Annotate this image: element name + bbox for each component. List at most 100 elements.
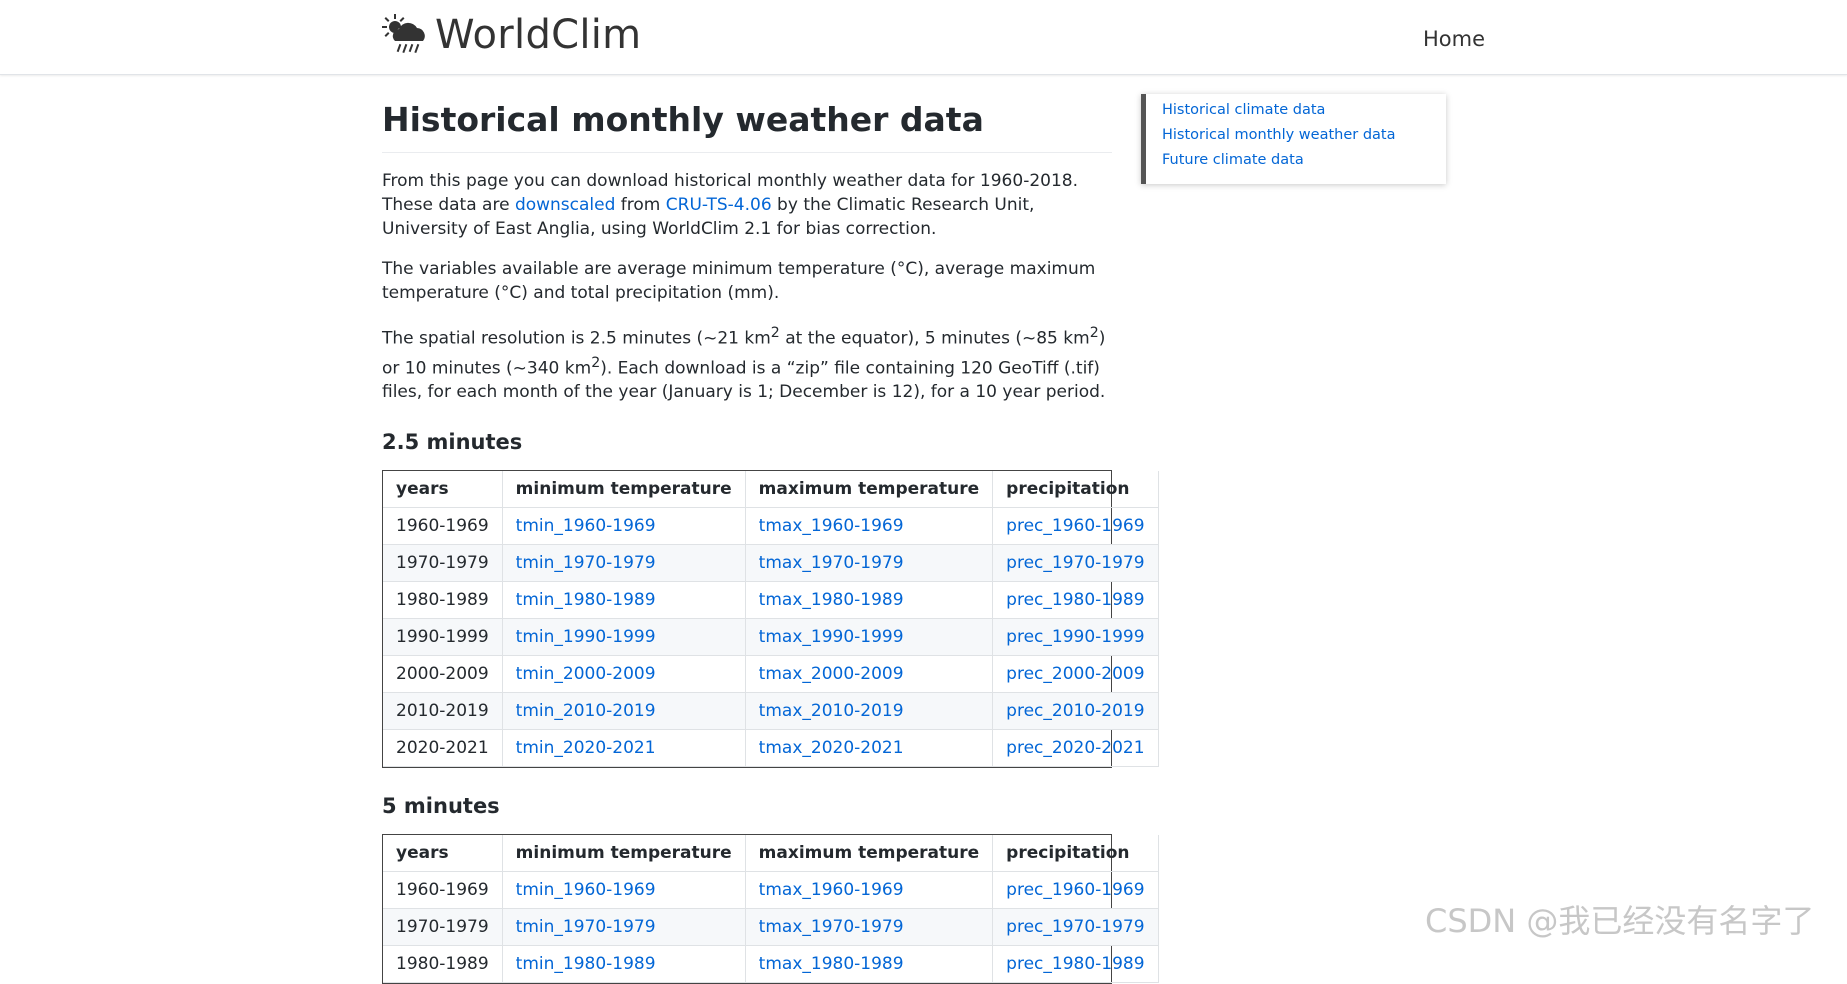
tmin-cell: tmin_1980-1989 — [501, 581, 746, 620]
table-row: 2020-2021 tmin_2020-2021 tmax_2020-2021 pre… — [383, 729, 1159, 768]
intro-paragraph: From this page you can download historic… — [382, 169, 1112, 241]
superscript-2: 2 — [1089, 325, 1099, 341]
tmin-download-link[interactable]: tmin_1980-1989 — [516, 590, 656, 610]
toc-link-historical-climate[interactable]: Historical climate data — [1162, 102, 1325, 118]
section-heading-5-minutes: 5 minutes — [382, 794, 500, 819]
prec-cell: prec_2020-2021 — [992, 729, 1159, 768]
tmax-download-link[interactable]: tmax_1970-1979 — [759, 917, 904, 937]
tmax-download-link[interactable]: tmax_1980-1989 — [759, 954, 904, 974]
tmin-download-link[interactable]: tmin_2010-2019 — [516, 701, 656, 721]
resolution-text-1: The spatial resolution is 2.5 minutes (~… — [382, 328, 771, 349]
header-tmin: minimum temperature — [501, 471, 746, 509]
cloud-sun-rain-icon — [382, 14, 425, 54]
prec-download-link[interactable]: prec_1970-1979 — [1006, 917, 1144, 937]
table-row: 1980-1989 tmin_1980-1989 tmax_1980-1989 pre… — [383, 581, 1159, 620]
years-cell: 1970-1979 — [383, 908, 503, 947]
years-cell: 1960-1969 — [383, 871, 503, 910]
downscaled-link[interactable]: downscaled — [515, 195, 615, 215]
main-content: Historical monthly weather data From thi… — [382, 98, 1159, 984]
tmax-cell: tmax_1980-1989 — [744, 945, 994, 984]
tmax-download-link[interactable]: tmax_1980-1989 — [759, 590, 904, 610]
prec-cell: prec_1980-1989 — [992, 581, 1159, 620]
years-cell: 1980-1989 — [383, 581, 503, 620]
tmin-cell: tmin_1980-1989 — [501, 945, 746, 984]
header-tmax: maximum temperature — [744, 471, 994, 509]
tmin-download-link[interactable]: tmin_1990-1999 — [516, 627, 656, 647]
tmax-download-link[interactable]: tmax_1960-1969 — [759, 516, 904, 536]
toc-link-historical-monthly[interactable]: Historical monthly weather data — [1162, 127, 1396, 143]
table-row: 2010-2019 tmin_2010-2019 tmax_2010-2019 pre… — [383, 692, 1159, 731]
tmin-cell: tmin_1990-1999 — [501, 618, 746, 657]
table-row: 1980-1989 tmin_1980-1989 tmax_1980-1989 pre… — [383, 945, 1159, 984]
prec-download-link[interactable]: prec_2020-2021 — [1006, 738, 1144, 758]
prec-cell: prec_2010-2019 — [992, 692, 1159, 731]
cru-ts-link[interactable]: CRU-TS-4.06 — [666, 195, 772, 215]
tmax-cell: tmax_2020-2021 — [744, 729, 994, 768]
tmin-download-link[interactable]: tmin_1970-1979 — [516, 553, 656, 573]
years-cell: 1990-1999 — [383, 618, 503, 657]
tmin-download-link[interactable]: tmin_2000-2009 — [516, 664, 656, 684]
years-cell: 1970-1979 — [383, 544, 503, 583]
tmin-cell: tmin_2010-2019 — [501, 692, 746, 731]
tmax-download-link[interactable]: tmax_1970-1979 — [759, 553, 904, 573]
prec-cell: prec_1990-1999 — [992, 618, 1159, 657]
toc-item: Future climate data — [1162, 148, 1446, 173]
table-header-row: years minimum temperature maximum temper… — [383, 471, 1159, 509]
tmin-cell: tmin_2020-2021 — [501, 729, 746, 768]
prec-cell: prec_1960-1969 — [992, 507, 1159, 546]
tmin-download-link[interactable]: tmin_2020-2021 — [516, 738, 656, 758]
tmin-cell: tmin_1970-1979 — [501, 544, 746, 583]
years-cell: 2020-2021 — [383, 729, 503, 768]
table-of-contents: Historical climate data Historical month… — [1141, 94, 1446, 184]
watermark: CSDN @我已经没有名字了 — [1425, 902, 1815, 940]
prec-download-link[interactable]: prec_1960-1969 — [1006, 880, 1144, 900]
tmin-download-link[interactable]: tmin_1970-1979 — [516, 917, 656, 937]
prec-cell: prec_1960-1969 — [992, 871, 1159, 910]
resolution-paragraph: The spatial resolution is 2.5 minutes (~… — [382, 321, 1112, 404]
toc-item: Historical monthly weather data — [1162, 123, 1446, 148]
superscript-2: 2 — [770, 325, 780, 341]
table-row: 1960-1969 tmin_1960-1969 tmax_1960-1969 pre… — [383, 871, 1159, 910]
years-cell: 1960-1969 — [383, 507, 503, 546]
prec-download-link[interactable]: prec_2010-2019 — [1006, 701, 1144, 721]
table-row: 1970-1979 tmin_1970-1979 tmax_1970-1979 pre… — [383, 908, 1159, 947]
tmax-download-link[interactable]: tmax_2010-2019 — [759, 701, 904, 721]
prec-download-link[interactable]: prec_1980-1989 — [1006, 954, 1144, 974]
home-link[interactable]: Home — [1423, 27, 1485, 51]
tmax-download-link[interactable]: tmax_1990-1999 — [759, 627, 904, 647]
section-heading-2-5-minutes: 2.5 minutes — [382, 430, 523, 455]
prec-download-link[interactable]: prec_2000-2009 — [1006, 664, 1144, 684]
page-title: Historical monthly weather data — [382, 98, 1112, 153]
table-row: 2000-2009 tmin_2000-2009 tmax_2000-2009 pre… — [383, 655, 1159, 694]
tmin-download-link[interactable]: tmin_1960-1969 — [516, 880, 656, 900]
tmin-cell: tmin_1970-1979 — [501, 908, 746, 947]
prec-download-link[interactable]: prec_1990-1999 — [1006, 627, 1144, 647]
tmin-cell: tmin_1960-1969 — [501, 507, 746, 546]
tmax-cell: tmax_1970-1979 — [744, 908, 994, 947]
prec-download-link[interactable]: prec_1960-1969 — [1006, 516, 1144, 536]
prec-download-link[interactable]: prec_1970-1979 — [1006, 553, 1144, 573]
years-cell: 2000-2009 — [383, 655, 503, 694]
header-tmax: maximum temperature — [744, 835, 994, 873]
tmin-download-link[interactable]: tmin_1960-1969 — [516, 516, 656, 536]
tmax-cell: tmax_1990-1999 — [744, 618, 994, 657]
tmin-cell: tmin_2000-2009 — [501, 655, 746, 694]
header-prec: precipitation — [992, 471, 1159, 509]
tmin-download-link[interactable]: tmin_1980-1989 — [516, 954, 656, 974]
table-row: 1970-1979 tmin_1970-1979 tmax_1970-1979 pre… — [383, 544, 1159, 583]
table-row: 1990-1999 tmin_1990-1999 tmax_1990-1999 pre… — [383, 618, 1159, 657]
header-prec: precipitation — [992, 835, 1159, 873]
superscript-2: 2 — [591, 354, 601, 371]
brand-logo-link[interactable]: WorldClim — [381, 13, 641, 57]
tmax-download-link[interactable]: tmax_2020-2021 — [759, 738, 904, 758]
header-tmin: minimum temperature — [501, 835, 746, 873]
prec-download-link[interactable]: prec_1980-1989 — [1006, 590, 1144, 610]
tmax-cell: tmax_1970-1979 — [744, 544, 994, 583]
years-cell: 2010-2019 — [383, 692, 503, 731]
tmax-cell: tmax_1960-1969 — [744, 507, 994, 546]
tmax-cell: tmax_1980-1989 — [744, 581, 994, 620]
variables-paragraph: The variables available are average mini… — [382, 259, 1096, 303]
toc-link-future-climate[interactable]: Future climate data — [1162, 152, 1304, 168]
tmax-download-link[interactable]: tmax_1960-1969 — [759, 880, 904, 900]
tmax-download-link[interactable]: tmax_2000-2009 — [759, 664, 904, 684]
